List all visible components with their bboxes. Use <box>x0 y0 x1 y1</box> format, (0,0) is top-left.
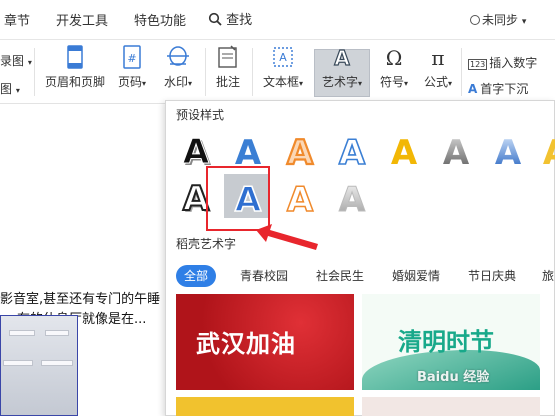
wordart-style-7[interactable]: A <box>484 126 532 174</box>
template-card-pink[interactable] <box>362 397 540 416</box>
ribbon-left-item-1[interactable]: 录图 ▾ <box>0 52 32 69</box>
document-text-line: 影音室,甚至还有专门的午睡 <box>0 292 161 307</box>
annotation-button[interactable]: 批注 <box>212 44 244 90</box>
wordart-dropdown-panel: 预设样式 AA A A A A A A A AA A A 稻壳艺术字 全部 青春… <box>165 100 555 416</box>
wordart-style-11[interactable]: A <box>276 173 324 221</box>
number-icon: 123 <box>468 59 488 70</box>
wordart-gray-gradient: A <box>443 133 470 172</box>
wordart-style-8[interactable]: A <box>534 126 555 174</box>
svg-text:A: A <box>334 46 350 70</box>
textbox-icon: A <box>273 47 293 67</box>
wordart-style-6[interactable]: A <box>432 126 480 174</box>
tab-festival[interactable]: 节日庆典 <box>468 265 516 287</box>
tab-youth-campus[interactable]: 青春校园 <box>240 265 288 287</box>
formula-button[interactable]: π 公式▾ <box>420 44 456 90</box>
category-tabs: 全部 青春校园 社会民生 婚姻爱情 节日庆典 旅 <box>176 265 555 289</box>
wordart-style-5[interactable]: A <box>380 126 428 174</box>
card-title: 武汉加油 <box>196 330 296 358</box>
chevron-down-icon: ▾ <box>521 17 527 27</box>
svg-text:A: A <box>339 180 366 219</box>
svg-text:A: A <box>339 133 366 172</box>
ribbon-separator <box>34 48 35 96</box>
search-label: 查找 <box>226 13 253 28</box>
svg-text:A: A <box>495 133 522 172</box>
page-number-button[interactable]: # 页码▾ <box>114 44 150 90</box>
wordart-orange-outline: A <box>286 132 315 172</box>
ceiling-lamp <box>45 330 69 336</box>
wordart-silver: A <box>338 180 366 220</box>
template-card-wuhan[interactable]: 武汉加油 <box>176 294 354 390</box>
symbol-button[interactable]: Ω 符号▾ <box>376 44 412 90</box>
sync-icon <box>470 15 480 25</box>
document-image <box>0 315 78 416</box>
svg-text:A: A <box>279 51 287 64</box>
omega-icon: Ω <box>386 46 403 70</box>
drop-cap-button[interactable]: A 首字下沉 <box>468 80 528 97</box>
svg-text:A: A <box>543 133 555 172</box>
app-window: 章节 开发工具 特色功能 查找 未同步 ▾ 录图 ▾ 图 ▾ 页眉和页脚 # 页… <box>0 0 555 416</box>
ceiling-lamp <box>41 360 73 366</box>
menu-bar: 章节 开发工具 特色功能 查找 未同步 ▾ <box>0 0 555 40</box>
ceiling-lamp <box>3 360 33 366</box>
sync-status[interactable]: 未同步 ▾ <box>470 11 526 28</box>
watermark-button[interactable]: 水印▾ <box>160 44 196 90</box>
insert-number-button[interactable]: 123 插入数字 <box>468 54 537 71</box>
template-card-yellow[interactable] <box>176 397 354 416</box>
svg-text:A: A <box>287 133 314 172</box>
svg-text:#: # <box>127 52 136 65</box>
svg-text:π: π <box>431 46 444 70</box>
tab-social-livelihood[interactable]: 社会民生 <box>316 265 364 287</box>
svg-text:Ω: Ω <box>386 46 403 70</box>
tab-all[interactable]: 全部 <box>176 265 217 287</box>
tab-marriage-love[interactable]: 婚姻爱情 <box>392 265 440 287</box>
sync-label: 未同步 <box>482 13 519 27</box>
menu-special-features[interactable]: 特色功能 <box>134 10 186 29</box>
page-number-icon: # <box>123 45 141 69</box>
wordart-blue-gradient: A <box>495 133 522 172</box>
menu-developer-tools[interactable]: 开发工具 <box>56 10 108 29</box>
textbox-button[interactable]: A 文本框▾ <box>258 44 308 90</box>
wordart-yellow-partial: A <box>543 133 555 172</box>
wordart-style-3[interactable]: A <box>276 126 324 174</box>
ribbon-separator <box>205 48 206 96</box>
svg-text:A: A <box>391 133 418 172</box>
watermark-text: Baidu 经验 <box>417 370 490 385</box>
header-footer-button[interactable]: 页眉和页脚 <box>44 44 106 90</box>
svg-text:A: A <box>287 180 314 219</box>
wordart-style-12[interactable]: A <box>328 173 376 221</box>
ribbon-left-item-2[interactable]: 图 ▾ <box>0 80 20 97</box>
ceiling-lamp <box>9 330 35 336</box>
card-title: 清明时节 <box>398 328 494 356</box>
watermark-icon <box>167 46 189 66</box>
menu-chapter[interactable]: 章节 <box>4 10 30 29</box>
svg-text:A: A <box>443 133 470 172</box>
wordart-yellow: A <box>391 133 418 172</box>
wordart-style-4[interactable]: A <box>328 126 376 174</box>
ribbon-separator <box>252 48 253 96</box>
ribbon-separator <box>461 48 462 96</box>
preset-styles-title: 预设样式 <box>176 108 225 122</box>
pi-icon: π <box>431 46 444 70</box>
docer-wordart-title: 稻壳艺术字 <box>176 237 237 251</box>
wordart-orange-thin-outline: A <box>286 179 315 219</box>
drop-cap-icon: A <box>468 82 478 96</box>
red-arrow-annotation <box>256 224 318 250</box>
search-icon <box>208 12 222 26</box>
search-button[interactable]: 查找 <box>208 9 252 28</box>
wordart-icon: A <box>334 45 351 70</box>
tab-travel[interactable]: 旅 <box>542 265 554 287</box>
wordart-button[interactable]: A 艺术字▾ <box>314 44 370 90</box>
wordart-blue-outline: A <box>338 132 367 172</box>
header-footer-icon <box>67 45 83 69</box>
annotation-icon <box>218 45 237 68</box>
